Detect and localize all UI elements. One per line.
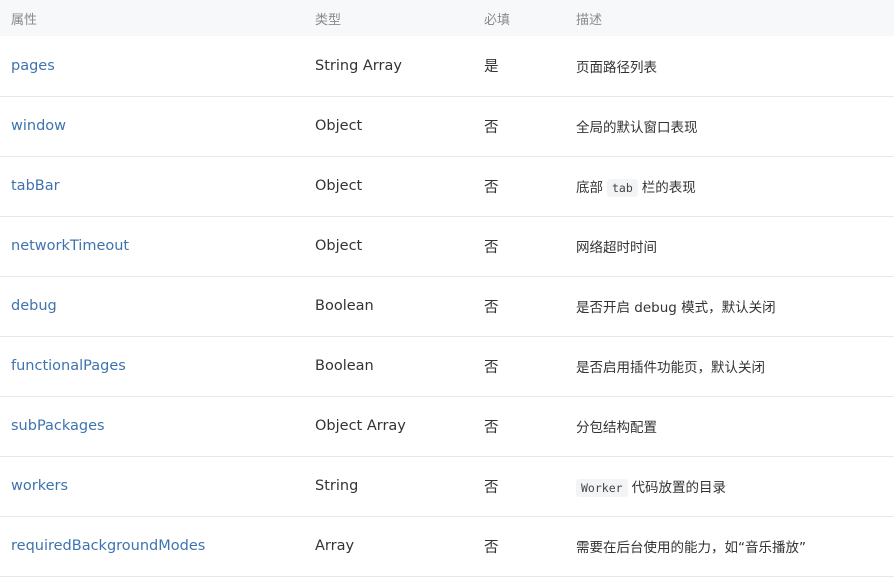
- type-cell: Boolean: [315, 298, 374, 314]
- required-cell: 否: [484, 359, 499, 376]
- property-link-debug[interactable]: debug: [11, 298, 57, 314]
- type-cell: Object: [315, 118, 363, 134]
- property-link-subpackages[interactable]: subPackages: [11, 418, 105, 434]
- description-cell: 页面路径列表: [576, 59, 657, 76]
- type-cell: String: [315, 478, 359, 494]
- property-link-networktimeout[interactable]: networkTimeout: [11, 238, 129, 254]
- property-cell: networkTimeout: [0, 216, 304, 276]
- table-row: subPackages Object Array 否 分包结构配置: [0, 396, 894, 456]
- table-row: debug Boolean 否 是否开启 debug 模式，默认关闭: [0, 276, 894, 336]
- required-cell: 否: [484, 239, 499, 256]
- description-cell: 需要在后台使用的能力，如“音乐播放”: [576, 540, 806, 556]
- type-cell: Object: [315, 178, 363, 194]
- table-row: workers String 否 Worker 代码放置的目录: [0, 456, 894, 516]
- table-row: window Object 否 全局的默认窗口表现: [0, 96, 894, 156]
- header-type: 类型: [315, 12, 342, 28]
- description-cell: 是否开启 debug 模式，默认关闭: [576, 300, 776, 316]
- property-link-requiredbackgroundmodes[interactable]: requiredBackgroundModes: [11, 538, 205, 554]
- inline-code: Worker: [576, 479, 628, 497]
- required-cell: 否: [484, 419, 499, 436]
- required-cell: 否: [484, 479, 499, 496]
- table-header: 属性 类型 必填 描述: [0, 0, 894, 36]
- table-row: functionalPages Boolean 否 是否启用插件功能页，默认关闭: [0, 336, 894, 396]
- inline-code: tab: [607, 179, 638, 197]
- description-cell: 全局的默认窗口表现: [576, 120, 698, 136]
- description-cell: 底部 tab 栏的表现: [565, 156, 894, 216]
- description-cell: 是否启用插件功能页，默认关闭: [576, 360, 765, 376]
- required-cell: 否: [484, 299, 499, 316]
- property-cell: functionalPages: [0, 336, 304, 396]
- required-cell: 否: [484, 539, 499, 556]
- header-required: 必填: [484, 12, 511, 28]
- header-description: 描述: [576, 12, 603, 28]
- type-cell: String Array: [315, 57, 402, 74]
- property-link-workers[interactable]: workers: [11, 478, 68, 494]
- property-cell: workers: [0, 456, 304, 516]
- property-link-functionalpages[interactable]: functionalPages: [11, 358, 126, 374]
- required-cell: 是: [484, 59, 499, 76]
- property-link-window[interactable]: window: [11, 118, 66, 134]
- description-text: 底部: [576, 180, 603, 196]
- required-cell: 否: [484, 119, 499, 136]
- property-cell: debug: [0, 276, 304, 336]
- property-cell: subPackages: [0, 396, 304, 456]
- header-row: 属性 类型 必填 描述: [0, 0, 894, 36]
- table-row: tabBar Object 否 底部 tab 栏的表现: [0, 156, 894, 216]
- description-text: 代码放置的目录: [631, 480, 727, 496]
- required-cell: 否: [484, 179, 499, 196]
- description-text: 栏的表现: [641, 180, 696, 196]
- type-cell: Boolean: [315, 358, 374, 374]
- table-row: networkTimeout Object 否 网络超时时间: [0, 216, 894, 276]
- table-body: pages String Array 是 页面路径列表 window Objec…: [0, 36, 894, 576]
- property-link-pages[interactable]: pages: [11, 58, 55, 74]
- type-cell: Object Array: [315, 418, 406, 434]
- property-cell: tabBar: [0, 156, 304, 216]
- type-cell: Object: [315, 238, 363, 254]
- properties-table: 属性 类型 必填 描述 pages String Array 是 页面路径列表 …: [0, 0, 894, 577]
- description-cell: Worker 代码放置的目录: [565, 456, 894, 516]
- property-link-tabbar[interactable]: tabBar: [11, 178, 60, 194]
- type-cell: Array: [315, 538, 355, 554]
- property-cell: pages: [0, 36, 304, 96]
- header-property: 属性: [11, 12, 38, 28]
- table-row: pages String Array 是 页面路径列表: [0, 36, 894, 96]
- description-cell: 网络超时时间: [576, 240, 657, 256]
- property-cell: requiredBackgroundModes: [0, 516, 304, 576]
- table-row: requiredBackgroundModes Array 否 需要在后台使用的…: [0, 516, 894, 576]
- property-cell: window: [0, 96, 304, 156]
- description-cell: 分包结构配置: [576, 420, 657, 436]
